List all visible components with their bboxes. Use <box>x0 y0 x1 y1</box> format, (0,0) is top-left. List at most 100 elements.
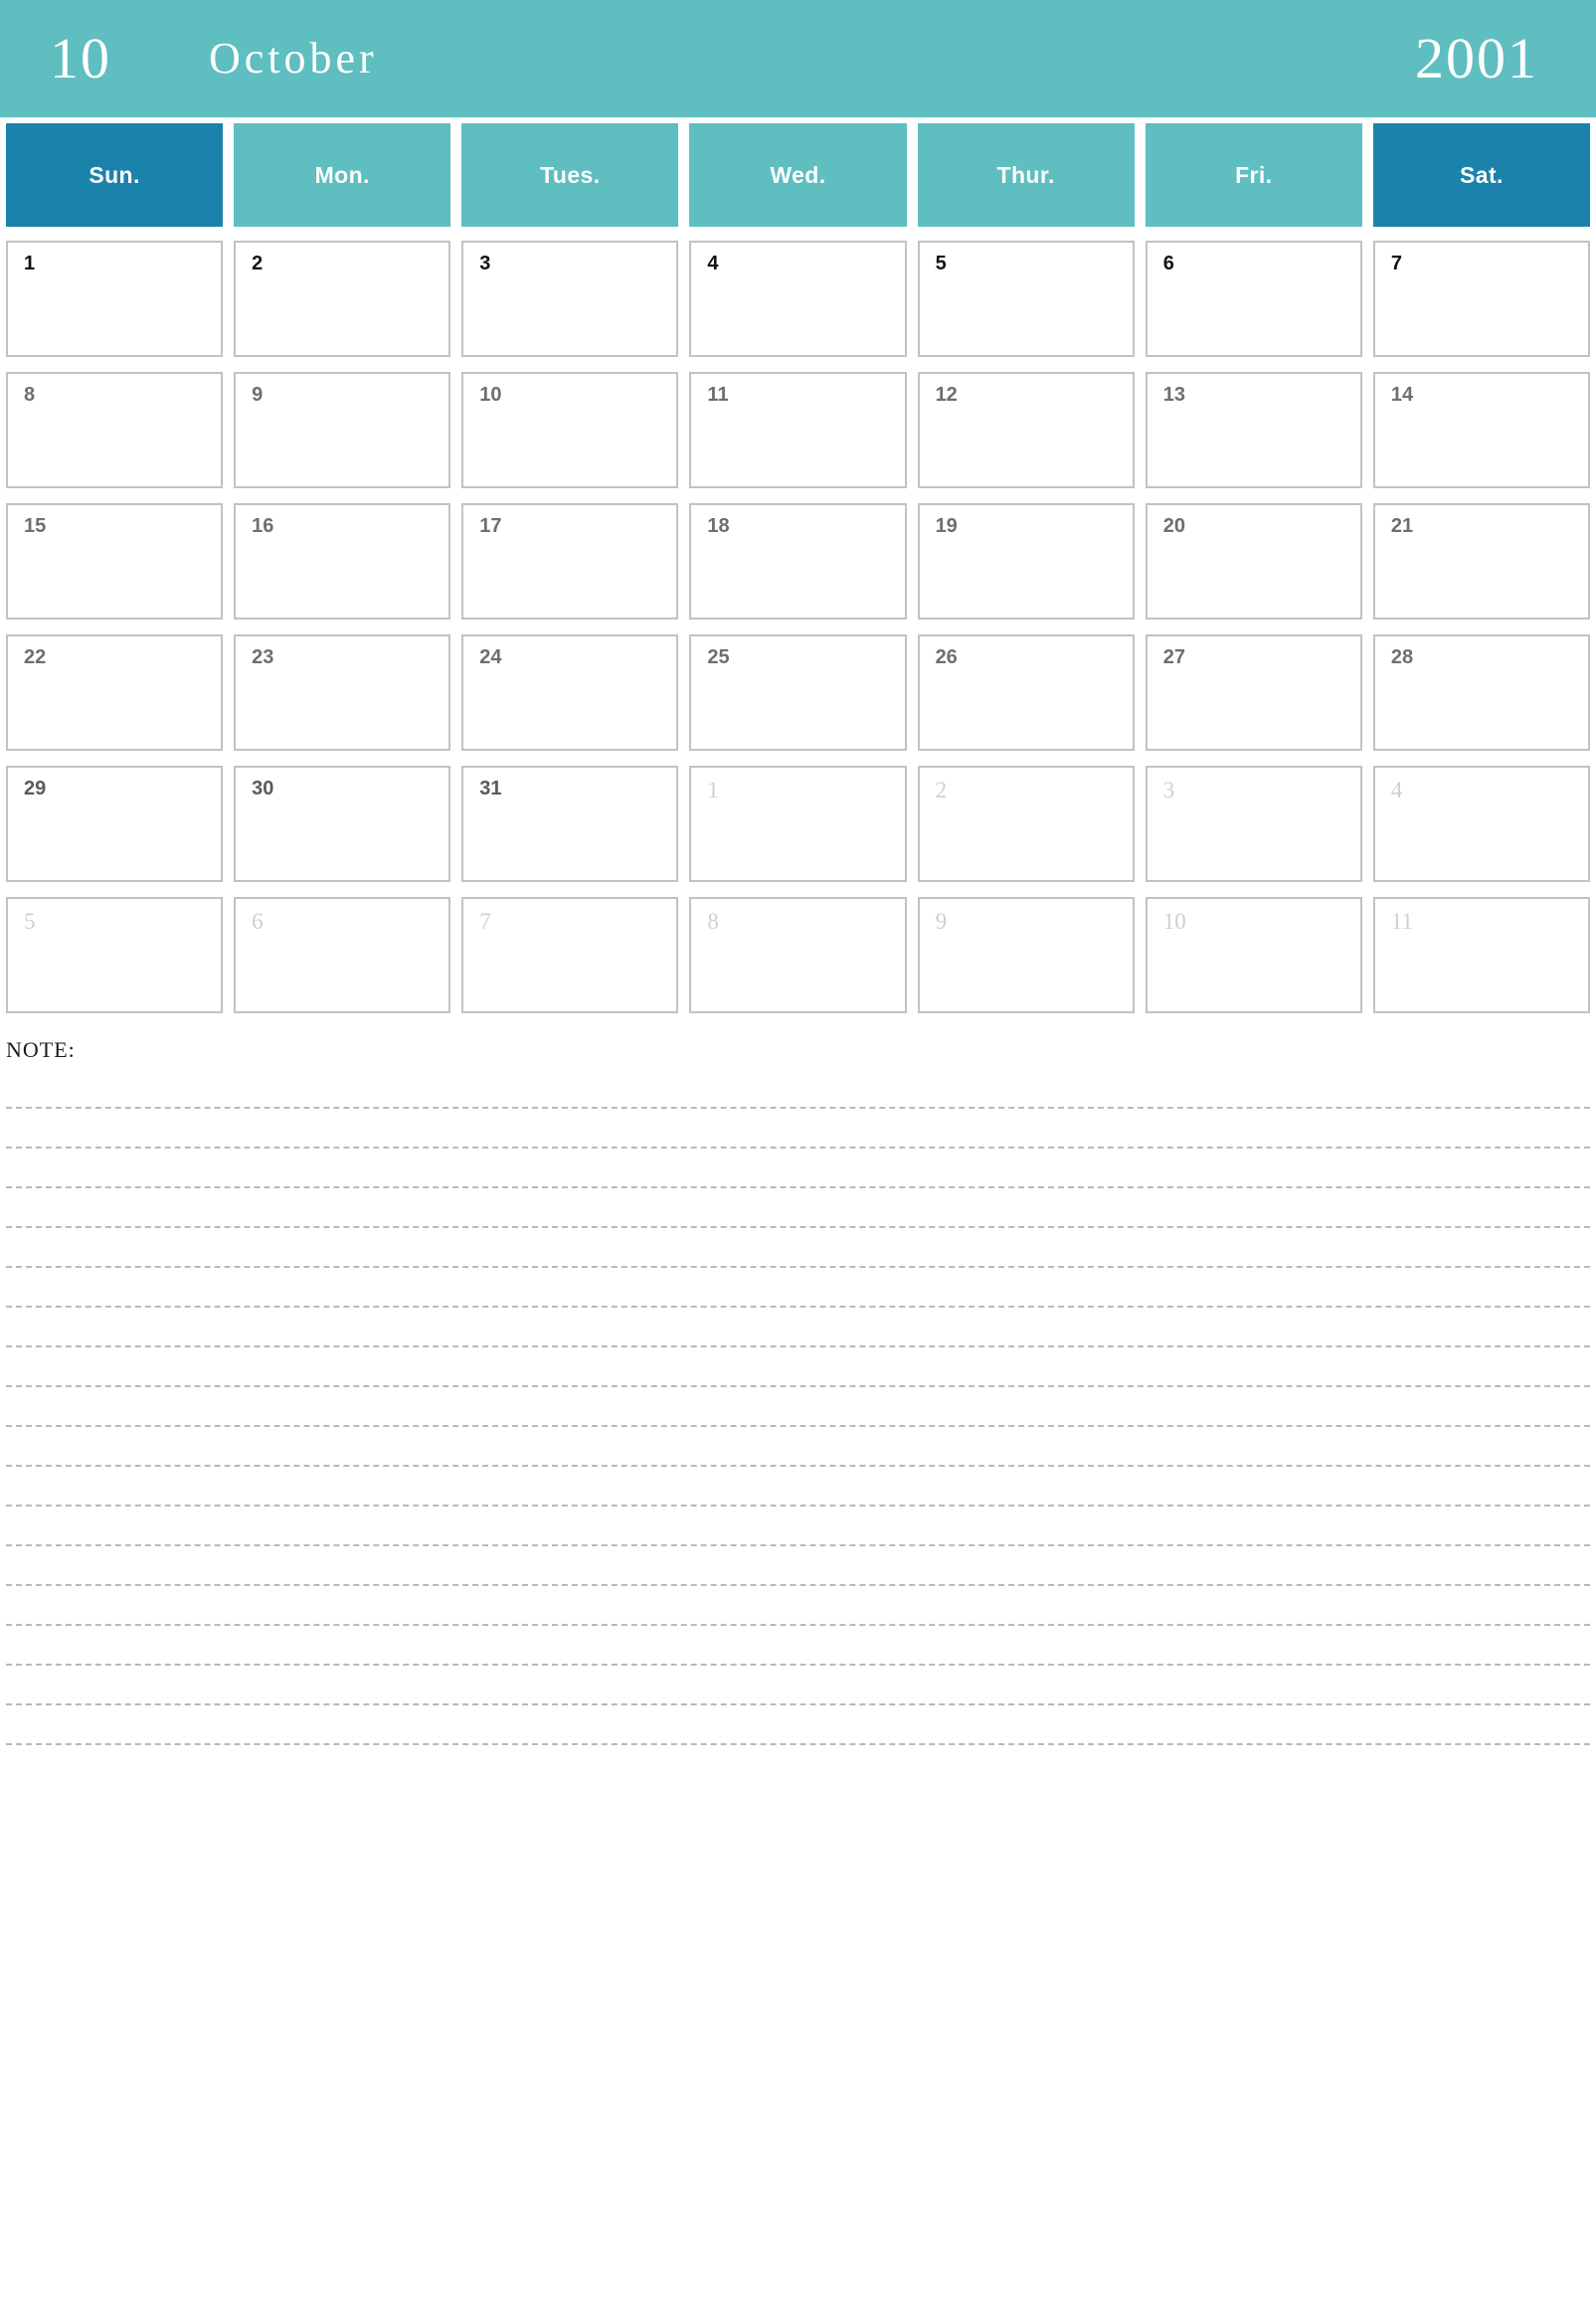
calendar-day-number: 12 <box>935 384 958 406</box>
calendar-banner: 10 October 2001 <box>0 0 1596 117</box>
calendar-day-number: 23 <box>252 646 274 668</box>
calendar-day-cell[interactable]: 25 <box>689 634 907 751</box>
calendar-day-number: 4 <box>707 253 719 274</box>
calendar-day-cell[interactable]: 10 <box>1145 897 1362 1013</box>
calendar-day-cell[interactable]: 2 <box>917 766 1135 882</box>
calendar-day-number: 2 <box>935 778 948 802</box>
calendar-day-number: 1 <box>707 778 719 802</box>
calendar-day-cell[interactable]: 27 <box>1145 634 1362 751</box>
weekday-header-mon: Mon. <box>234 123 451 227</box>
calendar-day-cell[interactable]: 4 <box>689 241 907 357</box>
note-line[interactable] <box>6 1546 1590 1586</box>
note-line[interactable] <box>6 1268 1590 1308</box>
calendar-day-cell[interactable]: 3 <box>461 241 679 357</box>
calendar-day-number: 5 <box>24 909 36 934</box>
calendar-day-number: 10 <box>479 384 502 406</box>
note-line[interactable] <box>6 1347 1590 1387</box>
calendar-day-number: 2 <box>252 253 264 274</box>
calendar-week-row: 22 23 24 25 26 27 28 <box>6 634 1590 751</box>
calendar-day-cell[interactable]: 24 <box>461 634 679 751</box>
calendar-day-cell[interactable]: 18 <box>689 503 907 620</box>
calendar-day-cell[interactable]: 21 <box>1372 503 1590 620</box>
weekday-label: Tues. <box>540 161 601 188</box>
calendar-day-cell[interactable]: 28 <box>1372 634 1590 751</box>
note-line[interactable] <box>6 1427 1590 1467</box>
calendar-day-cell[interactable]: 31 <box>461 766 679 882</box>
calendar-day-cell[interactable]: 8 <box>6 372 224 488</box>
calendar-day-cell[interactable]: 6 <box>234 897 451 1013</box>
note-line[interactable] <box>6 1467 1590 1507</box>
calendar-day-cell[interactable]: 23 <box>234 634 451 751</box>
calendar-day-cell[interactable]: 13 <box>1145 372 1362 488</box>
calendar-day-cell[interactable]: 5 <box>6 897 224 1013</box>
calendar-day-number: 6 <box>252 909 264 934</box>
weekday-label: Wed. <box>770 161 826 188</box>
calendar-day-number: 28 <box>1390 646 1414 668</box>
calendar-day-cell[interactable]: 1 <box>6 241 224 357</box>
calendar-day-cell[interactable]: 1 <box>689 766 907 882</box>
calendar-day-cell[interactable]: 7 <box>461 897 679 1013</box>
note-section: NOTE: <box>0 1039 1596 1745</box>
calendar-day-cell[interactable]: 15 <box>6 503 224 620</box>
calendar-day-cell[interactable]: 26 <box>917 634 1135 751</box>
calendar-day-number: 8 <box>707 909 719 934</box>
calendar-week-row: 15 16 17 18 19 20 21 <box>6 503 1590 620</box>
note-lines[interactable] <box>6 1069 1590 1745</box>
note-line[interactable] <box>6 1188 1590 1228</box>
weekday-label: Sun. <box>89 161 140 188</box>
note-line[interactable] <box>6 1586 1590 1626</box>
calendar-day-cell[interactable]: 6 <box>1145 241 1362 357</box>
note-line[interactable] <box>6 1507 1590 1546</box>
note-line[interactable] <box>6 1626 1590 1666</box>
calendar-day-number: 11 <box>707 384 729 406</box>
calendar-day-number: 14 <box>1390 384 1414 406</box>
calendar-day-number: 22 <box>24 646 47 668</box>
calendar-grid: Sun. Mon. Tues. Wed. Thur. Fri. Sat. 123456789… <box>0 123 1596 1013</box>
weekday-label: Sat. <box>1460 161 1504 188</box>
calendar-day-number: 8 <box>24 384 36 406</box>
weekday-label: Thur. <box>996 161 1055 188</box>
calendar-day-cell[interactable]: 5 <box>917 241 1135 357</box>
weekday-header-sun: Sun. <box>6 123 224 227</box>
calendar-day-number: 21 <box>1390 515 1414 537</box>
banner-year: 2001 <box>1415 26 1538 90</box>
calendar-week-row: 29 30 31 1 2 3 4 <box>6 766 1590 882</box>
note-line[interactable] <box>6 1109 1590 1149</box>
calendar-day-cell[interactable]: 22 <box>6 634 224 751</box>
calendar-day-cell[interactable]: 2 <box>234 241 451 357</box>
calendar-day-cell[interactable]: 17 <box>461 503 679 620</box>
calendar-day-number: 29 <box>24 778 47 800</box>
calendar-day-cell[interactable]: 20 <box>1145 503 1362 620</box>
calendar-day-cell[interactable]: 30 <box>234 766 451 882</box>
calendar-day-cell[interactable]: 8 <box>689 897 907 1013</box>
calendar-day-cell[interactable]: 14 <box>1372 372 1590 488</box>
banner-month-name: October <box>209 34 378 83</box>
calendar-day-cell[interactable]: 19 <box>917 503 1135 620</box>
calendar-week-row: 5 6 7 8 9 10 11 <box>6 897 1590 1013</box>
note-line[interactable] <box>6 1069 1590 1109</box>
calendar-day-cell[interactable]: 11 <box>689 372 907 488</box>
calendar-day-cell[interactable]: 16 <box>234 503 451 620</box>
calendar-day-number: 16 <box>252 515 274 537</box>
calendar-day-cell[interactable]: 12 <box>917 372 1135 488</box>
note-line[interactable] <box>6 1149 1590 1188</box>
note-line[interactable] <box>6 1308 1590 1347</box>
calendar-day-cell[interactable]: 9 <box>917 897 1135 1013</box>
calendar-day-number: 3 <box>1162 778 1175 802</box>
calendar-day-number: 20 <box>1162 515 1185 537</box>
calendar-day-cell[interactable]: 10 <box>461 372 679 488</box>
calendar-day-number: 17 <box>479 515 502 537</box>
calendar-day-cell[interactable]: 3 <box>1145 766 1362 882</box>
calendar-day-cell[interactable]: 29 <box>6 766 224 882</box>
calendar-day-cell[interactable]: 11 <box>1372 897 1590 1013</box>
note-line[interactable] <box>6 1705 1590 1745</box>
calendar-day-cell[interactable]: 4 <box>1372 766 1590 882</box>
calendar-day-number: 15 <box>24 515 47 537</box>
note-line[interactable] <box>6 1387 1590 1427</box>
note-line[interactable] <box>6 1666 1590 1705</box>
calendar-day-number: 7 <box>479 909 491 934</box>
calendar-day-cell[interactable]: 9 <box>234 372 451 488</box>
calendar-day-number: 9 <box>252 384 264 406</box>
calendar-day-cell[interactable]: 7 <box>1372 241 1590 357</box>
note-line[interactable] <box>6 1228 1590 1268</box>
